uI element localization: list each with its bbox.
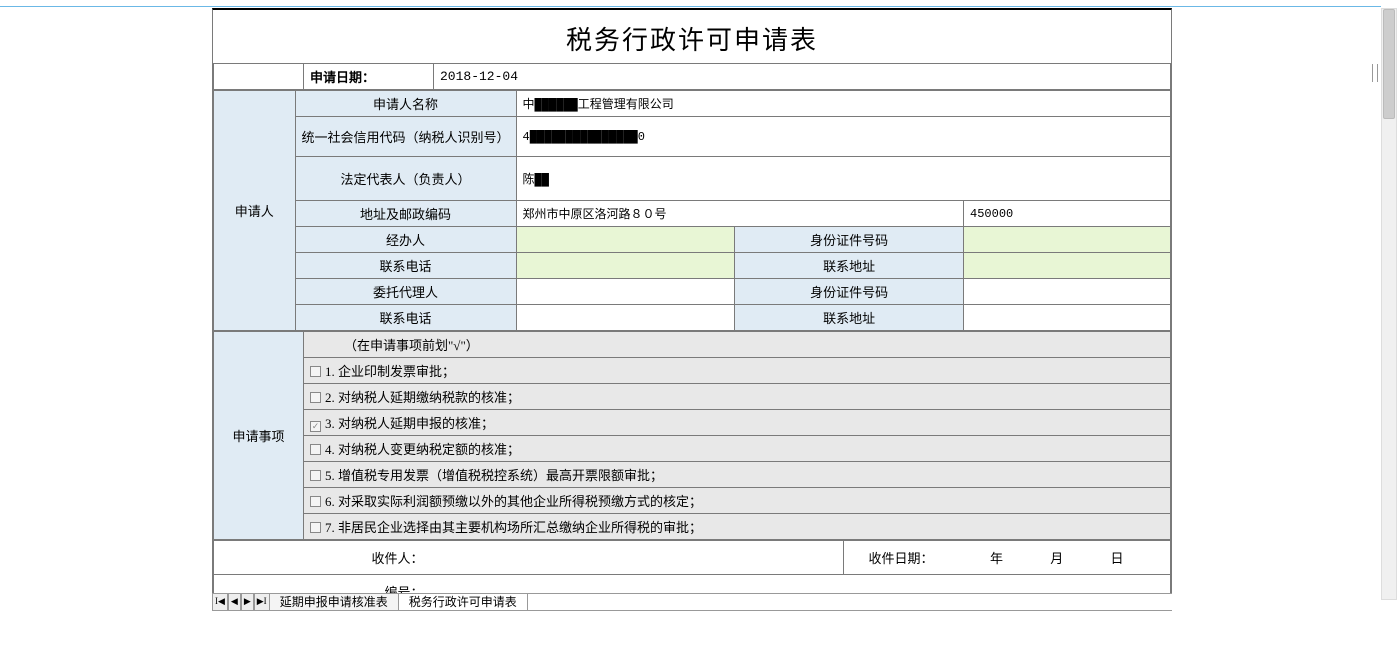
- item-n: 1.: [325, 364, 335, 379]
- recipient-label: 收件人：: [214, 541, 434, 575]
- items-instruction: （在申请事项前划"√"）: [304, 332, 1171, 358]
- apply-date-label: 申请日期：: [304, 64, 434, 90]
- address-value: 郑州市中原区洛河路８０号: [516, 201, 964, 227]
- id-label-2: 身份证件号码: [735, 279, 964, 305]
- tab-sheet-1[interactable]: 延期申报申请核准表: [269, 594, 399, 611]
- item-row: 6. 对采取实际利润额预缴以外的其他企业所得税预缴方式的核定；: [304, 488, 1171, 514]
- item-text: 企业印制发票审批；: [338, 364, 455, 379]
- tab-nav-prev-icon[interactable]: ◀: [228, 594, 241, 611]
- phone-label-1: 联系电话: [295, 253, 516, 279]
- item-text: 对纳税人延期申报的核准；: [338, 416, 494, 431]
- item-text: 非居民企业选择由其主要机构场所汇总缴纳企业所得税的审批；: [338, 520, 702, 535]
- checkbox-icon[interactable]: [310, 444, 321, 455]
- item-n: 6.: [325, 494, 335, 509]
- header-row: 申请日期： 2018-12-04: [213, 63, 1171, 90]
- uscc-label: 统一社会信用代码（纳税人识别号）: [295, 117, 516, 157]
- handler-label: 经办人: [295, 227, 516, 253]
- tab-filler: [528, 594, 1172, 611]
- checkbox-icon[interactable]: [310, 470, 321, 481]
- name-value: 中██████工程管理有限公司: [516, 91, 1170, 117]
- phone-input-2[interactable]: [516, 305, 735, 331]
- checkbox-icon[interactable]: [310, 392, 321, 403]
- address-label: 地址及邮政编码: [295, 201, 516, 227]
- postcode-value: 450000: [964, 201, 1171, 227]
- id-input-1[interactable]: [964, 227, 1171, 253]
- side-handle-icon[interactable]: [1372, 64, 1378, 82]
- item-n: 2.: [325, 390, 335, 405]
- apply-date-value: 2018-12-04: [434, 64, 1171, 90]
- uscc-value: 4███████████████0: [516, 117, 1170, 157]
- item-row: 1. 企业印制发票审批；: [304, 358, 1171, 384]
- date-y: 年: [990, 551, 1003, 566]
- sheet-tabs: I◀ ◀ ▶ ▶I 延期申报申请核准表 税务行政许可申请表: [212, 593, 1172, 611]
- handler-input[interactable]: [516, 227, 735, 253]
- item-text: 增值税专用发票（增值税税控系统）最高开票限额审批；: [338, 468, 663, 483]
- item-text: 对纳税人变更纳税定额的核准；: [338, 442, 520, 457]
- item-text: 对采取实际利润额预缴以外的其他企业所得税预缴方式的核定；: [338, 494, 702, 509]
- agent-input[interactable]: [516, 279, 735, 305]
- contact-addr-input-2[interactable]: [964, 305, 1171, 331]
- recipient-value[interactable]: [434, 541, 844, 575]
- scrollbar-thumb[interactable]: [1383, 9, 1395, 119]
- item-n: 4.: [325, 442, 335, 457]
- item-n: 7.: [325, 520, 335, 535]
- recv-date-label: 收件日期：: [844, 541, 944, 575]
- items-section-label: 申请事项: [214, 332, 304, 540]
- form-title: 税务行政许可申请表: [213, 10, 1171, 63]
- tab-nav-next-icon[interactable]: ▶: [241, 594, 254, 611]
- item-row: 2. 对纳税人延期缴纳税款的核准；: [304, 384, 1171, 410]
- agent-label: 委托代理人: [295, 279, 516, 305]
- contact-addr-label-1: 联系地址: [735, 253, 964, 279]
- phone-input-1[interactable]: [516, 253, 735, 279]
- form-sheet: 税务行政许可申请表 申请日期： 2018-12-04 申请人 申请人名称 中██…: [212, 8, 1172, 610]
- phone-label-2: 联系电话: [295, 305, 516, 331]
- id-input-2[interactable]: [964, 279, 1171, 305]
- item-row: 7. 非居民企业选择由其主要机构场所汇总缴纳企业所得税的审批；: [304, 514, 1171, 540]
- item-row: 4. 对纳税人变更纳税定额的核准；: [304, 436, 1171, 462]
- date-m: 月: [1050, 551, 1063, 566]
- contact-addr-label-2: 联系地址: [735, 305, 964, 331]
- checkbox-icon[interactable]: [310, 496, 321, 507]
- checkbox-icon[interactable]: [310, 522, 321, 533]
- tab-nav-last-icon[interactable]: ▶I: [254, 594, 270, 611]
- legal-rep-label: 法定代表人（负责人）: [295, 157, 516, 201]
- checkbox-icon[interactable]: [310, 366, 321, 377]
- recv-date-value[interactable]: 年 月 日: [944, 541, 1171, 575]
- applicant-section-label: 申请人: [214, 91, 296, 331]
- vertical-scrollbar[interactable]: [1381, 8, 1397, 600]
- item-row: 3. 对纳税人延期申报的核准；: [304, 410, 1171, 436]
- top-border: [0, 6, 1381, 7]
- spacer: [214, 64, 304, 90]
- date-d: 日: [1111, 551, 1124, 566]
- item-n: 5.: [325, 468, 335, 483]
- tab-nav-first-icon[interactable]: I◀: [212, 594, 228, 611]
- checkbox-icon[interactable]: [310, 421, 321, 432]
- item-text: 对纳税人延期缴纳税款的核准；: [338, 390, 520, 405]
- item-row: 5. 增值税专用发票（增值税税控系统）最高开票限额审批；: [304, 462, 1171, 488]
- legal-rep-value: 陈██: [516, 157, 1170, 201]
- name-label: 申请人名称: [295, 91, 516, 117]
- item-n: 3.: [325, 416, 335, 431]
- id-label-1: 身份证件号码: [735, 227, 964, 253]
- tab-sheet-2[interactable]: 税务行政许可申请表: [398, 594, 528, 611]
- items-table: 申请事项 （在申请事项前划"√"） 1. 企业印制发票审批； 2. 对纳税人延期…: [213, 331, 1171, 540]
- contact-addr-input-1[interactable]: [964, 253, 1171, 279]
- applicant-table: 申请人 申请人名称 中██████工程管理有限公司 统一社会信用代码（纳税人识别…: [213, 90, 1171, 331]
